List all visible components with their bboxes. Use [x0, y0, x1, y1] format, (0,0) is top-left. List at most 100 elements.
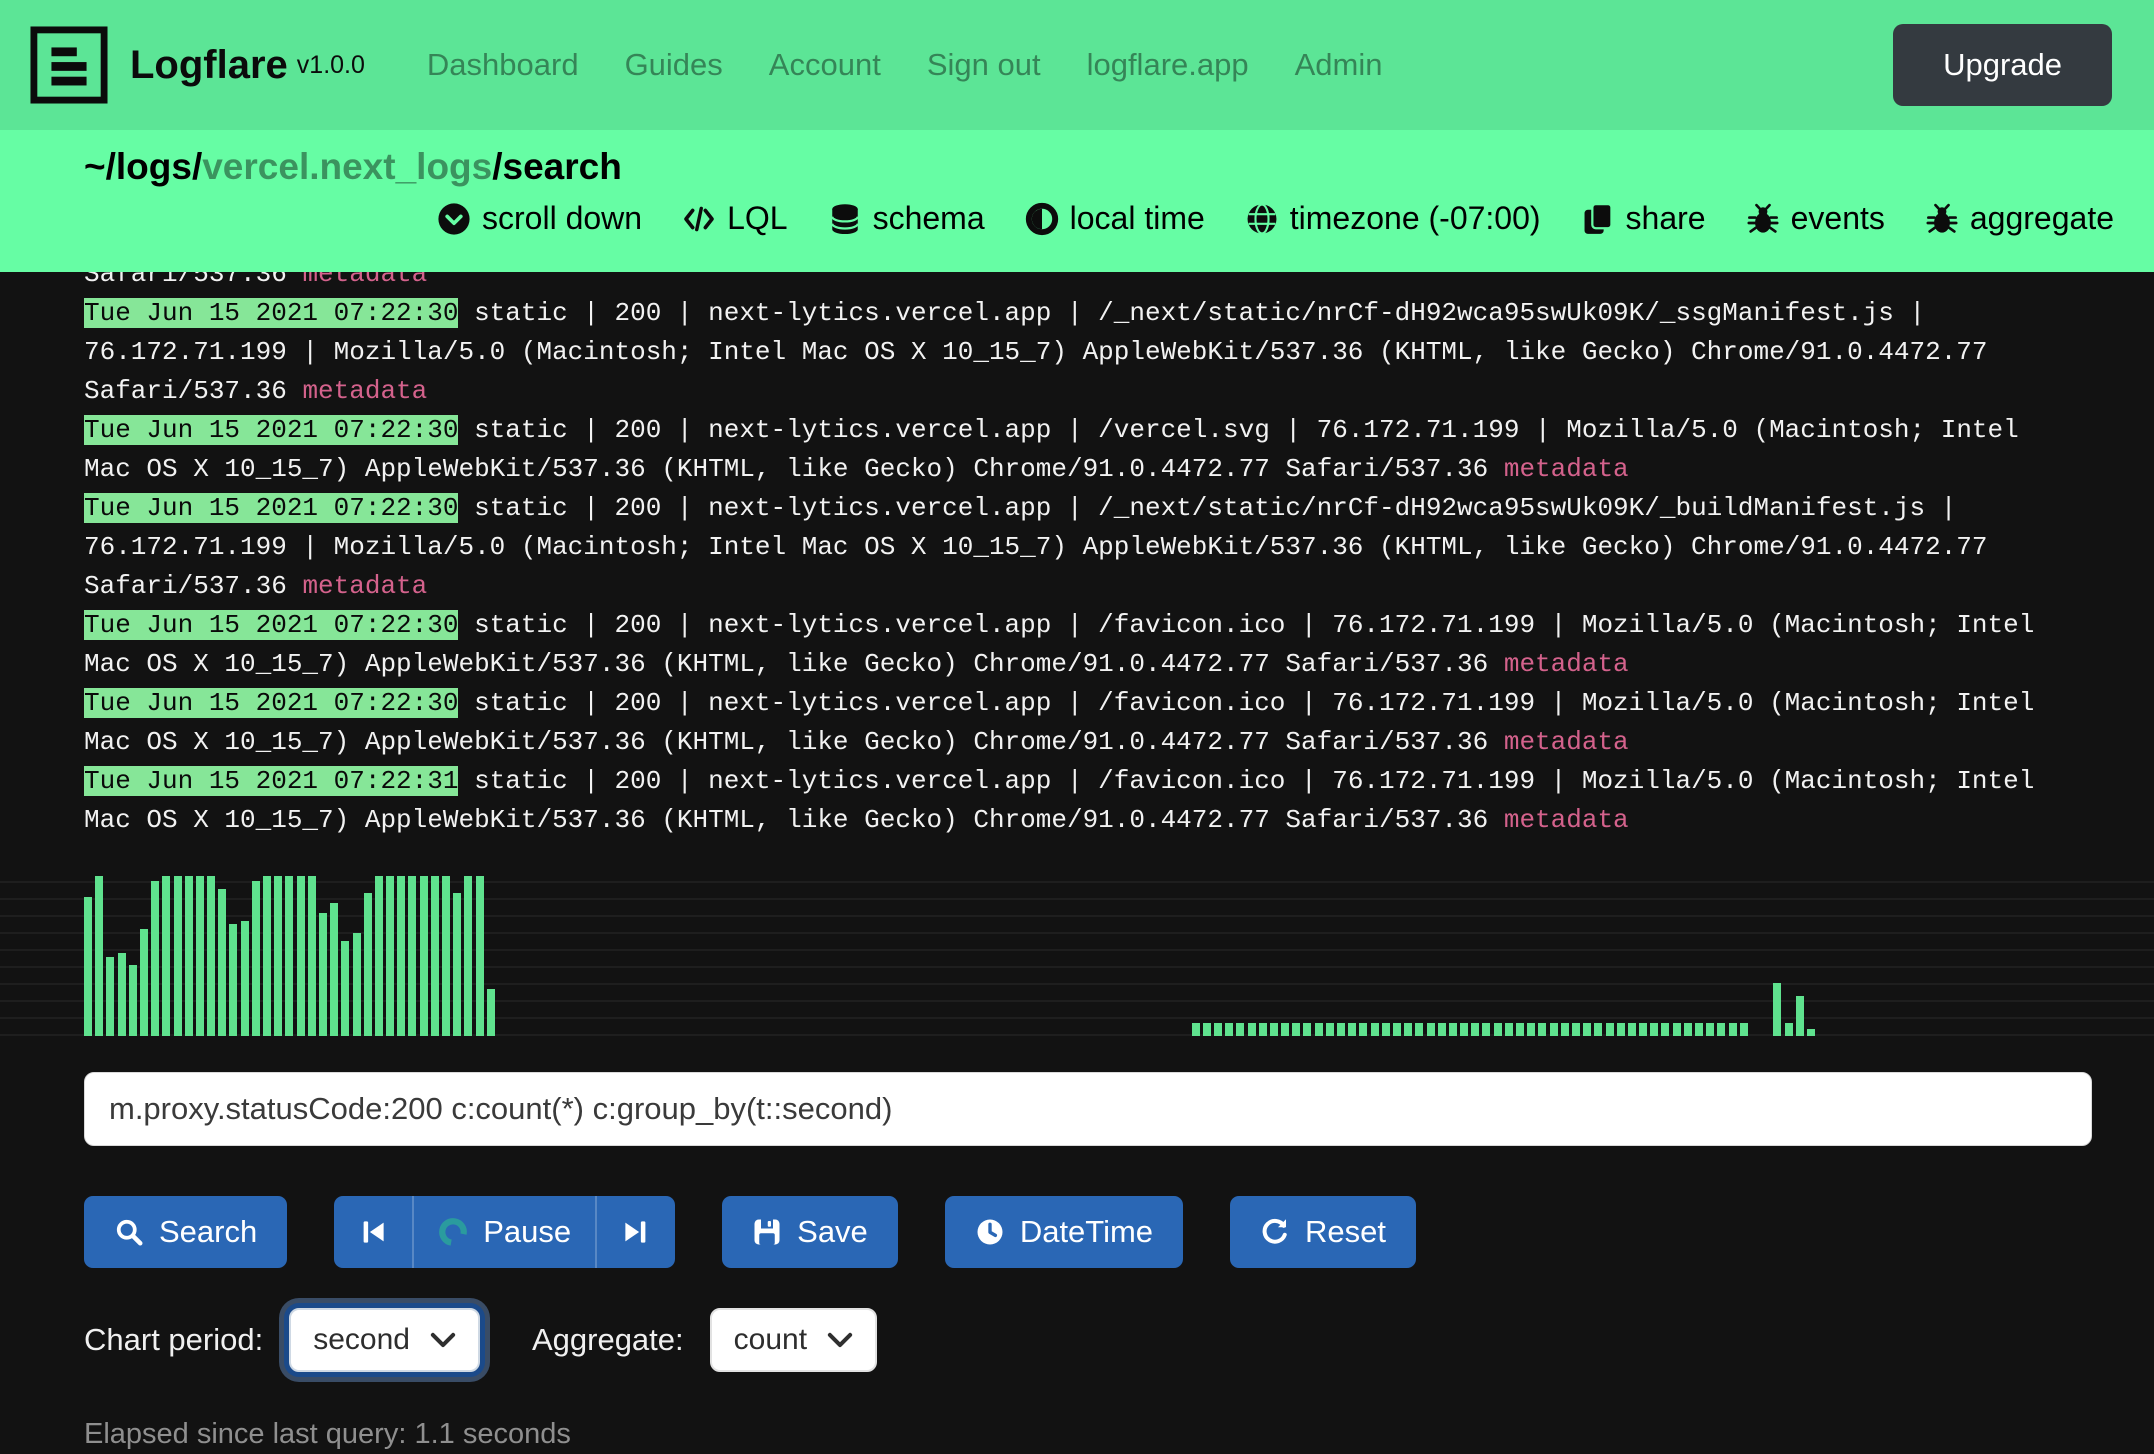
chart-bar: [1259, 1023, 1267, 1036]
chart-bar: [1807, 1029, 1815, 1036]
step-backward-icon: [358, 1217, 388, 1247]
chart-bar: [95, 876, 103, 1036]
chart-bar: [1348, 1023, 1356, 1036]
nav-item-logflare-app[interactable]: logflare.app: [1087, 47, 1249, 83]
chart-bar: [207, 876, 215, 1036]
log-entry-partial: Safari/537.36 metadata: [84, 272, 2072, 294]
chart-bar: [185, 876, 193, 1036]
chart-bar: [1527, 1023, 1535, 1036]
search-row: [84, 1072, 2154, 1146]
chart-bar: [140, 929, 148, 1036]
chart-bar: [1225, 1023, 1233, 1036]
chart-bar: [1460, 1023, 1468, 1036]
chart-bar: [1661, 1023, 1669, 1036]
adjust-icon: [1025, 202, 1059, 236]
chart-bar: [151, 881, 159, 1036]
search-icon: [114, 1217, 144, 1247]
chart-bar: [1583, 1023, 1591, 1036]
breadcrumb-suffix: /search: [492, 146, 622, 187]
nav-links: Dashboard Guides Account Sign out logflare.a…: [427, 47, 1383, 83]
aggregate-select[interactable]: count: [710, 1308, 877, 1372]
chart-bar: [420, 876, 428, 1036]
action-buttons-row: Search Pause Save DateTime Reset: [84, 1196, 2154, 1268]
globe-icon: [1245, 202, 1279, 236]
nav-item-account[interactable]: Account: [769, 47, 881, 83]
nav-item-sign-out[interactable]: Sign out: [927, 47, 1041, 83]
search-button[interactable]: Search: [84, 1196, 287, 1268]
chart-bar: [1438, 1023, 1446, 1036]
tool-share[interactable]: share: [1581, 200, 1706, 237]
chart-bar: [1382, 1023, 1390, 1036]
nav-item-admin[interactable]: Admin: [1295, 47, 1383, 83]
chart-bar: [1650, 1023, 1658, 1036]
metadata-link[interactable]: metadata: [302, 376, 427, 406]
subheader: ~/logs/vercel.next_logs/search scroll do…: [0, 130, 2154, 272]
chart-bar: [106, 957, 114, 1036]
nav-item-dashboard[interactable]: Dashboard: [427, 47, 579, 83]
chart-bar: [353, 933, 361, 1036]
chart-bar: [1427, 1023, 1435, 1036]
chart-bar: [252, 881, 260, 1036]
tool-events[interactable]: events: [1746, 200, 1885, 237]
chart-bar: [1471, 1023, 1479, 1036]
reset-button[interactable]: Reset: [1230, 1196, 1416, 1268]
elapsed-status: Elapsed since last query: 1.1 seconds: [84, 1418, 2154, 1451]
save-button[interactable]: Save: [722, 1196, 898, 1268]
chart-bar: [1773, 983, 1781, 1036]
chart-bar: [1270, 1023, 1278, 1036]
chart-bar: [1326, 1023, 1334, 1036]
nav-item-guides[interactable]: Guides: [625, 47, 723, 83]
chart-bar: [1796, 996, 1804, 1036]
log-viewport[interactable]: Safari/537.36 metadataTue Jun 15 2021 07…: [0, 272, 2154, 858]
copy-icon: [1581, 202, 1615, 236]
chart-bar: [1729, 1023, 1737, 1036]
chart-bar: [1482, 1023, 1490, 1036]
chevron-down-icon: [430, 1332, 456, 1348]
metadata-link[interactable]: metadata: [1504, 805, 1629, 835]
chart-bar: [1550, 1023, 1558, 1036]
search-query-input[interactable]: [84, 1072, 2092, 1146]
tool-aggregate[interactable]: aggregate: [1925, 200, 2114, 237]
chart-bar: [1248, 1023, 1256, 1036]
chart-bar: [1516, 1023, 1524, 1036]
logflare-search-page: Logflare v1.0.0 DashboardGuidesAccountSi…: [0, 0, 2154, 1454]
step-forward-icon: [621, 1217, 651, 1247]
top-navbar: Logflare v1.0.0 DashboardGuidesAccountSi…: [0, 0, 2154, 130]
chart-bar: [1639, 1023, 1647, 1036]
metadata-link[interactable]: metadata: [1504, 454, 1629, 484]
tool-local-time[interactable]: local time: [1025, 200, 1205, 237]
pause-button[interactable]: Pause: [412, 1196, 595, 1268]
datetime-button[interactable]: DateTime: [945, 1196, 1183, 1268]
tool-schema[interactable]: schema: [828, 200, 985, 237]
upgrade-button[interactable]: Upgrade: [1893, 24, 2112, 106]
tool-lql[interactable]: LQL: [682, 200, 787, 237]
chart-bar: [1203, 1023, 1211, 1036]
step-forward-button[interactable]: [595, 1196, 675, 1268]
metadata-link[interactable]: metadata: [1504, 649, 1629, 679]
brand-title[interactable]: Logflare: [130, 43, 288, 88]
metadata-link[interactable]: metadata: [302, 571, 427, 601]
subheader-toolbar: scroll down LQL schema local time timezone (…: [84, 200, 2114, 237]
logflare-logo-icon[interactable]: [30, 26, 108, 104]
step-backward-button[interactable]: [334, 1196, 412, 1268]
log-timestamp: Tue Jun 15 2021 07:22:30: [84, 610, 458, 640]
chart-bar: [1561, 1023, 1569, 1036]
reset-icon: [1260, 1217, 1290, 1247]
chart-bar: [1505, 1023, 1513, 1036]
chart-bar: [375, 876, 383, 1036]
chart-bar: [1572, 1023, 1580, 1036]
chart-bar: [241, 921, 249, 1036]
log-timestamp: Tue Jun 15 2021 07:22:31: [84, 766, 458, 796]
breadcrumb-source-name[interactable]: vercel.next_logs: [202, 146, 492, 187]
chart-bar: [1214, 1023, 1222, 1036]
log-entry: Tue Jun 15 2021 07:22:30 static | 200 | …: [84, 294, 2072, 411]
chart-bar: [1303, 1023, 1311, 1036]
metadata-link[interactable]: metadata: [1504, 727, 1629, 757]
chart-bar: [1594, 1023, 1602, 1036]
tool-scroll-down[interactable]: scroll down: [437, 200, 642, 237]
tool-timezone-07-00[interactable]: timezone (-07:00): [1245, 200, 1541, 237]
metadata-link[interactable]: metadata: [302, 272, 427, 289]
log-entry: Tue Jun 15 2021 07:22:30 static | 200 | …: [84, 411, 2072, 489]
chart-period-select[interactable]: second: [289, 1308, 480, 1372]
chart-bar: [431, 876, 439, 1036]
